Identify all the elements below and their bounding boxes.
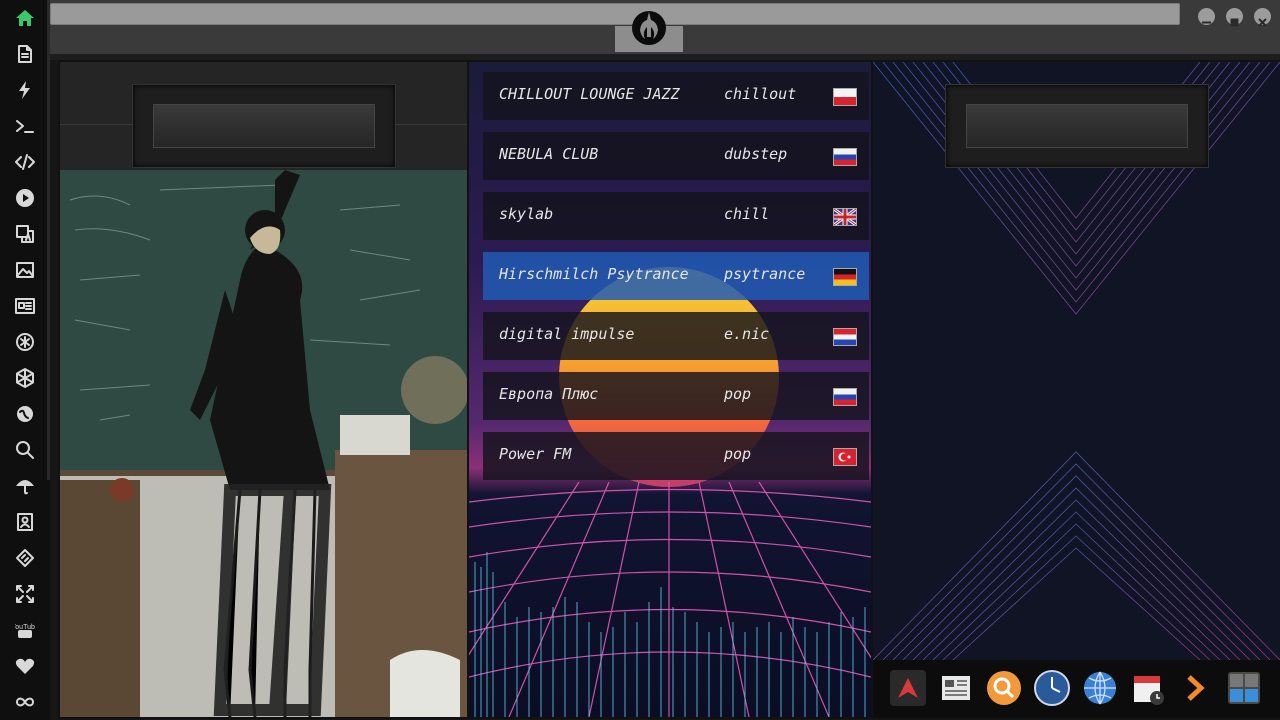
right-panel bbox=[871, 60, 1280, 719]
russia-flag-icon bbox=[833, 388, 857, 406]
contact-card-icon[interactable] bbox=[10, 507, 40, 537]
maximize-button[interactable] bbox=[1226, 8, 1243, 27]
youtube-icon[interactable]: YouTube bbox=[10, 615, 40, 645]
code-icon[interactable] bbox=[10, 147, 40, 177]
play-icon[interactable] bbox=[10, 183, 40, 213]
station-genre: e.nic bbox=[724, 325, 770, 343]
station-genre: psytrance bbox=[724, 265, 806, 283]
search-icon[interactable] bbox=[10, 435, 40, 465]
station-row[interactable]: skylab chill bbox=[483, 192, 869, 240]
station-name: Hirschmilch Psytrance bbox=[499, 265, 689, 283]
terminal-icon[interactable] bbox=[10, 111, 40, 141]
station-name: Европа Плюс bbox=[499, 385, 599, 403]
croatia-flag-icon bbox=[833, 328, 857, 346]
right-widget-field[interactable] bbox=[966, 104, 1188, 148]
station-genre: chill bbox=[724, 205, 770, 223]
close-button[interactable] bbox=[1254, 8, 1271, 27]
top-bar bbox=[50, 0, 1280, 54]
turkey-flag-icon bbox=[833, 448, 857, 466]
address-bar[interactable] bbox=[50, 3, 1180, 25]
station-name: digital impulse bbox=[499, 325, 635, 343]
heart-icon[interactable] bbox=[10, 651, 40, 681]
infinity-icon[interactable] bbox=[10, 687, 40, 717]
calculator-icon[interactable] bbox=[1224, 668, 1264, 708]
left-widget bbox=[132, 84, 396, 168]
station-row[interactable]: Европа Плюс pop bbox=[483, 372, 869, 420]
news-reader-icon[interactable] bbox=[936, 668, 976, 708]
radio-station-panel: CHILLOUT LOUNGE JAZZ chillout NEBULA CLU… bbox=[467, 60, 873, 719]
station-name: Power FM bbox=[499, 445, 572, 463]
app-launcher-icon[interactable] bbox=[888, 668, 928, 708]
left-panel bbox=[58, 60, 469, 719]
station-row[interactable]: NEBULA CLUB dubstep bbox=[483, 132, 869, 180]
germany-flag-icon bbox=[833, 268, 857, 286]
station-genre: dubstep bbox=[724, 145, 788, 163]
svg-text:YouTube: YouTube bbox=[15, 624, 35, 631]
globe-icon[interactable] bbox=[10, 399, 40, 429]
clock-icon[interactable] bbox=[1032, 668, 1072, 708]
search-icon[interactable] bbox=[984, 668, 1024, 708]
expand-icon[interactable] bbox=[10, 579, 40, 609]
calendar-icon[interactable] bbox=[1128, 668, 1168, 708]
app-dock bbox=[873, 660, 1280, 717]
asterisk-icon[interactable] bbox=[10, 327, 40, 357]
poland-flag-icon bbox=[833, 88, 857, 106]
united-kingdom-flag-icon bbox=[833, 208, 857, 226]
station-name: NEBULA CLUB bbox=[499, 145, 599, 163]
home-icon[interactable] bbox=[10, 3, 40, 33]
web-browser-icon[interactable] bbox=[1080, 668, 1120, 708]
station-row[interactable]: Power FM pop bbox=[483, 432, 869, 480]
document-icon[interactable] bbox=[10, 39, 40, 69]
chevron-right-icon[interactable] bbox=[1176, 668, 1216, 708]
umbrella-icon[interactable] bbox=[10, 471, 40, 501]
station-row[interactable]: digital impulse e.nic bbox=[483, 312, 869, 360]
station-genre: pop bbox=[724, 445, 752, 463]
russia-flag-icon bbox=[833, 148, 857, 166]
left-widget-field[interactable] bbox=[153, 104, 375, 148]
minimize-button[interactable] bbox=[1198, 8, 1215, 25]
station-name: CHILLOUT LOUNGE JAZZ bbox=[499, 85, 680, 103]
news-icon[interactable] bbox=[10, 291, 40, 321]
station-genre: pop bbox=[724, 385, 752, 403]
hexagon-icon[interactable] bbox=[10, 363, 40, 393]
lightning-icon[interactable] bbox=[10, 75, 40, 105]
station-row[interactable]: CHILLOUT LOUNGE JAZZ chillout bbox=[483, 72, 869, 120]
synthwave-grid-graphic bbox=[469, 482, 871, 717]
station-genre: chillout bbox=[724, 85, 797, 103]
station-name: skylab bbox=[499, 205, 554, 223]
image-icon[interactable] bbox=[10, 255, 40, 285]
code-diamond-icon[interactable] bbox=[10, 543, 40, 573]
rebel-alliance-icon bbox=[632, 11, 666, 45]
sidebar: YouTube bbox=[0, 0, 50, 720]
wallpaper-photo bbox=[60, 170, 467, 717]
sidebar-scrollbar[interactable] bbox=[47, 0, 50, 480]
station-row-active[interactable]: Hirschmilch Psytrance psytrance bbox=[483, 252, 869, 300]
right-widget bbox=[945, 84, 1209, 168]
translate-icon[interactable] bbox=[10, 219, 40, 249]
